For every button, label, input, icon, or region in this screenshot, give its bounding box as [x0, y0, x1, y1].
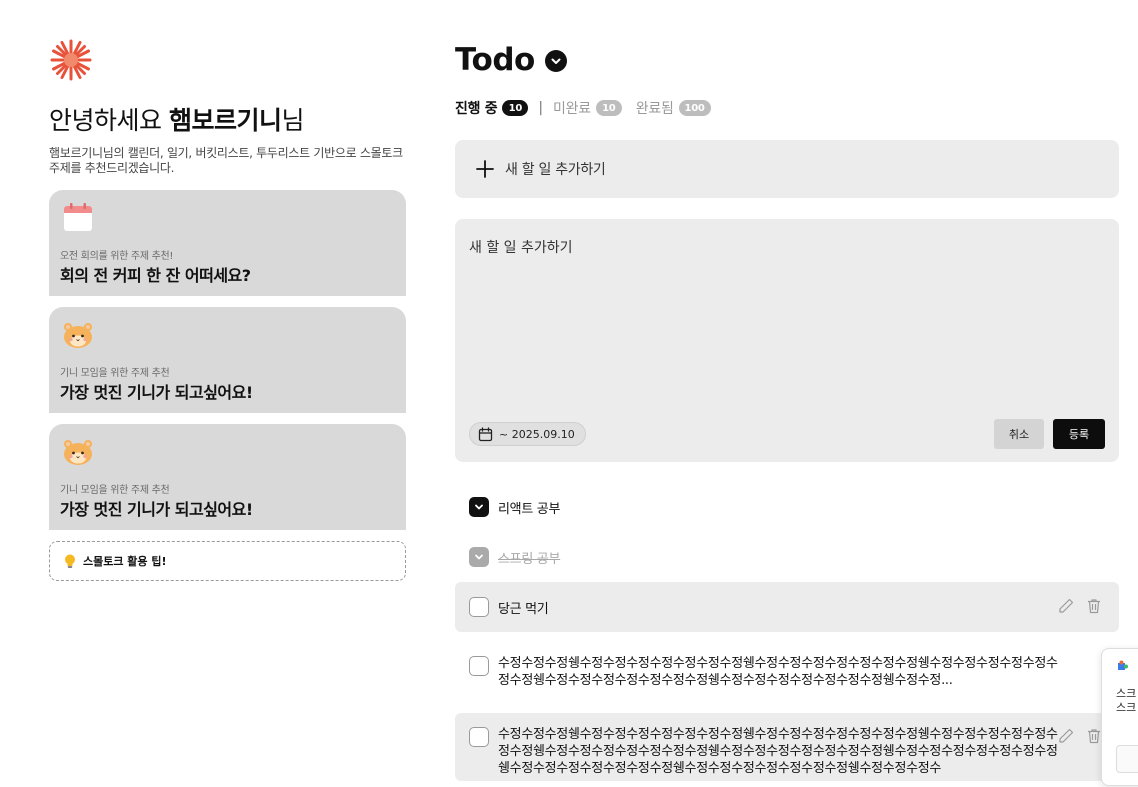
- title-dropdown-button[interactable]: [544, 50, 567, 72]
- todo-text: 수정수정수정쉥수정수정수정수정수정수정수정쉥수정수정수정수정수정수정수정쉥수정수…: [498, 656, 1058, 688]
- card-caption: 오전 회의를 위한 주제 추천!: [60, 251, 174, 262]
- tab-completed[interactable]: 완료됨 100: [636, 98, 711, 118]
- count-badge: 10: [502, 100, 529, 116]
- greeting-prefix: 안녕하세요: [49, 106, 169, 135]
- calendar-icon: [478, 426, 493, 441]
- topic-card[interactable]: 기니 모임을 위한 주제 추천 가장 멋진 기니가 되고싶어요!: [49, 307, 406, 413]
- todo-checkbox[interactable]: [469, 727, 489, 747]
- page-title: Todo: [455, 42, 535, 78]
- toast-button[interactable]: [1116, 745, 1138, 773]
- greeting-suffix: 님: [281, 106, 304, 135]
- todo-input[interactable]: [469, 237, 1105, 407]
- toast-text: 스크: [1116, 701, 1137, 714]
- count-badge: 100: [678, 100, 711, 116]
- tab-label: 미완료: [553, 101, 591, 117]
- todo-actions: [1057, 727, 1103, 745]
- add-todo-button[interactable]: 새 할 일 추가하기: [455, 140, 1119, 198]
- due-date-chip[interactable]: ~ 2025.09.10: [469, 422, 586, 446]
- topic-card-list: 오전 회의를 위한 주제 추천! 회의 전 커피 한 잔 어떠세요? 기니 모임…: [49, 190, 406, 530]
- todo-item: 수정수정수정쉥수정수정수정수정수정수정수정쉥수정수정수정수정수정수정수정쉥수정수…: [455, 632, 1119, 708]
- trash-icon[interactable]: [1085, 597, 1103, 615]
- card-title: 가장 멋진 기니가 되고싶어요!: [60, 500, 253, 519]
- tab-incomplete[interactable]: 미완료 10: [553, 98, 622, 118]
- todo-panel: Todo 진행 중 10 | 미완료 10 완료됨 100 새 할 일 추가하기: [455, 40, 1119, 781]
- todo-list: 리액트 공부 스프링 공부 당근 먹기 수정수정수정쉥수정수정수정수정수정수정수: [455, 482, 1119, 781]
- todo-text: 당근 먹기: [498, 601, 549, 617]
- card-caption: 기니 모임을 위한 주제 추천: [60, 485, 170, 496]
- toast-text: 스크: [1116, 687, 1137, 700]
- todo-checkbox[interactable]: [469, 597, 489, 617]
- todo-text: 스프링 공부: [498, 551, 561, 567]
- topic-card[interactable]: 오전 회의를 위한 주제 추천! 회의 전 커피 한 잔 어떠세요?: [49, 190, 406, 296]
- pencil-icon[interactable]: [1057, 597, 1075, 615]
- hamster-icon: [64, 440, 92, 465]
- todo-item: 당근 먹기: [455, 582, 1119, 632]
- notification-toast[interactable]: 스크 스크: [1101, 648, 1138, 786]
- todo-editor: ~ 2025.09.10 취소 등록: [455, 219, 1119, 462]
- puzzle-icon: [1118, 660, 1128, 670]
- tab-separator: |: [538, 100, 544, 116]
- lightbulb-icon: [65, 554, 75, 568]
- todo-text: 수정수정수정쉥수정수정수정수정수정수정수정쉥수정수정수정수정수정수정수정쉥수정수…: [498, 727, 1058, 776]
- greeting-heading: 안녕하세요 햄보르기니님: [49, 104, 406, 138]
- todo-text: 리액트 공부: [498, 501, 561, 517]
- todo-item: 수정수정수정쉥수정수정수정수정수정수정수정쉥수정수정수정수정수정수정수정쉥수정수…: [455, 713, 1119, 781]
- hamster-icon: [64, 323, 92, 348]
- tab-label: 진행 중: [455, 101, 498, 117]
- todo-actions: [1057, 597, 1103, 615]
- tab-in-progress[interactable]: 진행 중 10: [455, 98, 529, 118]
- smalltalk-tip-button[interactable]: 스몰토크 활용 팁!: [49, 541, 406, 581]
- tab-label: 완료됨: [635, 101, 674, 117]
- user-name: 햄보르기니: [168, 106, 282, 135]
- card-title: 가장 멋진 기니가 되고싶어요!: [60, 383, 253, 402]
- due-date-text: ~ 2025.09.10: [499, 427, 575, 441]
- check-icon: [475, 554, 483, 560]
- pencil-icon[interactable]: [1057, 727, 1075, 745]
- plus-icon: [476, 160, 494, 178]
- left-panel: 안녕하세요 햄보르기니님 햄보르기니님의 캘린더, 일기, 버킷리스트, 투두리…: [49, 38, 406, 581]
- todo-item: 스프링 공부: [455, 532, 1119, 582]
- chevron-down-icon: [551, 58, 561, 64]
- topic-card[interactable]: 기니 모임을 위한 주제 추천 가장 멋진 기니가 되고싶어요!: [49, 424, 406, 530]
- card-title: 회의 전 커피 한 잔 어떠세요?: [60, 266, 251, 285]
- check-icon: [475, 504, 483, 510]
- sun-logo-icon: [50, 39, 92, 81]
- todo-checkbox[interactable]: [469, 656, 489, 676]
- greeting-description: 햄보르기니님의 캘린더, 일기, 버킷리스트, 투두리스트 기반으로 스몰토크 …: [49, 146, 403, 175]
- count-badge: 10: [595, 100, 622, 116]
- card-caption: 기니 모임을 위한 주제 추천: [60, 368, 170, 379]
- status-tabs: 진행 중 10 | 미완료 10 완료됨 100: [455, 97, 1119, 119]
- add-todo-label: 새 할 일 추가하기: [505, 162, 606, 178]
- tip-label: 스몰토크 활용 팁!: [83, 555, 167, 568]
- todo-header: Todo: [455, 40, 1119, 80]
- todo-checkbox[interactable]: [469, 547, 489, 567]
- calendar-icon: [64, 203, 92, 231]
- cancel-button[interactable]: 취소: [994, 419, 1044, 449]
- submit-button[interactable]: 등록: [1053, 419, 1105, 449]
- todo-item: 리액트 공부: [455, 482, 1119, 532]
- todo-checkbox[interactable]: [469, 497, 489, 517]
